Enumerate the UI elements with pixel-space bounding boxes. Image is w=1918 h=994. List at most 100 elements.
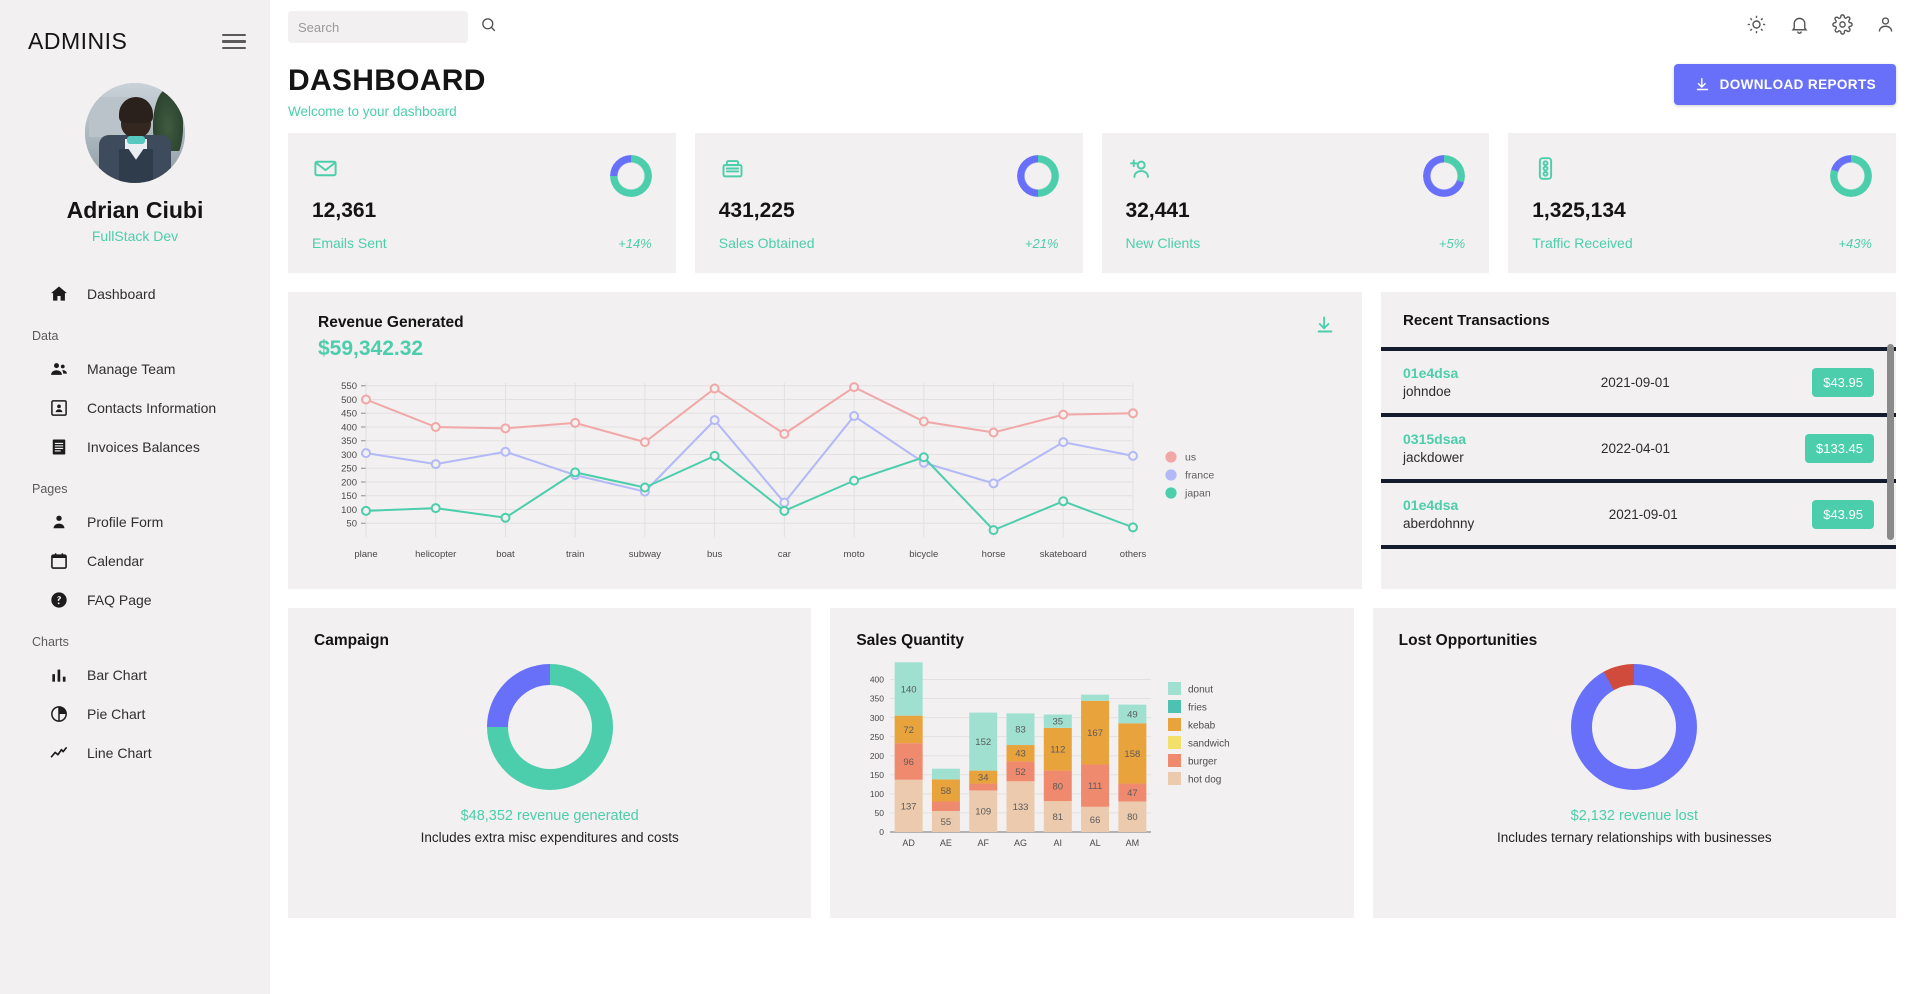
download-reports-button[interactable]: DOWNLOAD REPORTS bbox=[1673, 64, 1896, 105]
sidebar-item-label: Pie Chart bbox=[87, 705, 146, 722]
download-reports-label: DOWNLOAD REPORTS bbox=[1719, 77, 1876, 92]
menu-toggle-icon[interactable] bbox=[222, 30, 246, 53]
transaction-id: 0315dsaa bbox=[1403, 431, 1467, 447]
campaign-title: Campaign bbox=[314, 632, 389, 649]
svg-text:100: 100 bbox=[870, 789, 884, 799]
calendar-icon bbox=[48, 550, 69, 571]
svg-text:83: 83 bbox=[1016, 725, 1027, 736]
light-mode-icon[interactable] bbox=[1746, 14, 1767, 40]
sidebar-nav: Dashboard Data Manage Team Contacts Informa… bbox=[0, 274, 270, 772]
sidebar-item-label: FAQ Page bbox=[87, 591, 152, 608]
svg-text:50: 50 bbox=[875, 808, 885, 818]
people-icon bbox=[48, 358, 69, 379]
stat-card: 32,441 New Clients +5% bbox=[1101, 133, 1490, 273]
sidebar-item-bar-chart[interactable]: Bar Chart bbox=[0, 655, 270, 694]
profile-role: FullStack Dev bbox=[91, 228, 179, 244]
page-subtitle: Welcome to your dashboard bbox=[288, 104, 457, 119]
settings-icon[interactable] bbox=[1832, 14, 1853, 40]
lost-opportunities-panel: Lost Opportunities $2,132 revenue lost I… bbox=[1372, 608, 1896, 918]
transaction-amount: $43.95 bbox=[1812, 367, 1874, 397]
svg-text:hot dog: hot dog bbox=[1188, 775, 1221, 786]
svg-text:43: 43 bbox=[1016, 749, 1027, 760]
download-icon[interactable] bbox=[1314, 314, 1336, 341]
svg-text:kebab: kebab bbox=[1188, 721, 1216, 732]
svg-text:50: 50 bbox=[346, 519, 357, 530]
sidebar-item-pie-chart[interactable]: Pie Chart bbox=[0, 694, 270, 733]
transaction-id: 01e4dsa bbox=[1403, 365, 1459, 381]
svg-text:400: 400 bbox=[870, 675, 884, 685]
svg-text:sandwich: sandwich bbox=[1188, 739, 1230, 750]
lost-opportunities-title: Lost Opportunities bbox=[1398, 632, 1538, 649]
revenue-line-chart: 50 100 150 200 250 300 350 400 450 500 550 plane hel… bbox=[288, 369, 1362, 589]
transactions-scrollbar[interactable] bbox=[1887, 344, 1894, 540]
stat-label: Traffic Received bbox=[1532, 235, 1633, 251]
svg-text:133: 133 bbox=[1013, 802, 1029, 813]
search-input[interactable] bbox=[298, 19, 474, 35]
lost-opportunities-subcaption: Includes ternary relationships with busi… bbox=[1497, 830, 1772, 845]
sidebar-item-label: Manage Team bbox=[87, 360, 176, 377]
person-icon bbox=[48, 511, 69, 532]
transaction-row[interactable]: 01e4dsa aberdohnny 2021-09-01 $43.95 bbox=[1381, 479, 1896, 549]
svg-text:car: car bbox=[778, 549, 791, 560]
transaction-row[interactable]: 0315dsaa jackdower 2022-04-01 $133.45 bbox=[1381, 413, 1896, 479]
stat-label: Emails Sent bbox=[312, 235, 387, 251]
transaction-user: johndoe bbox=[1403, 384, 1452, 399]
page-title: DASHBOARD bbox=[288, 64, 486, 97]
stat-label: New Clients bbox=[1125, 235, 1201, 251]
page-header: DASHBOARD Welcome to your dashboard DOWN… bbox=[288, 54, 1896, 119]
sidebar-item-label: Calendar bbox=[87, 552, 144, 569]
sidebar-item-manage-team[interactable]: Manage Team bbox=[0, 349, 270, 388]
transaction-amount: $43.95 bbox=[1812, 499, 1874, 529]
svg-text:300: 300 bbox=[341, 450, 357, 461]
svg-text:AG: AG bbox=[1014, 838, 1027, 848]
sidebar-item-label: Bar Chart bbox=[87, 666, 147, 683]
svg-text:japan: japan bbox=[1184, 488, 1211, 500]
avatar bbox=[85, 83, 185, 183]
svg-text:fries: fries bbox=[1188, 703, 1207, 714]
stat-value: 32,441 bbox=[1125, 199, 1190, 222]
transaction-amount: $133.45 bbox=[1805, 433, 1874, 463]
stat-label: Sales Obtained bbox=[718, 235, 815, 251]
svg-text:47: 47 bbox=[1127, 788, 1138, 799]
svg-text:137: 137 bbox=[901, 801, 917, 812]
svg-text:AD: AD bbox=[903, 838, 916, 848]
sidebar-item-faq-page[interactable]: FAQ Page bbox=[0, 580, 270, 619]
search-box[interactable] bbox=[288, 11, 496, 43]
svg-text:AE: AE bbox=[940, 838, 952, 848]
svg-text:350: 350 bbox=[870, 694, 884, 704]
sidebar-item-line-chart[interactable]: Line Chart bbox=[0, 733, 270, 772]
sidebar-item-dashboard[interactable]: Dashboard bbox=[0, 274, 270, 313]
search-icon[interactable] bbox=[480, 16, 497, 38]
avatar-container bbox=[0, 83, 270, 183]
svg-text:france: france bbox=[1185, 470, 1214, 482]
svg-text:111: 111 bbox=[1088, 781, 1102, 792]
svg-text:train: train bbox=[566, 549, 584, 560]
stat-value: 12,361 bbox=[312, 199, 377, 222]
sidebar-section-data: Data bbox=[32, 329, 59, 343]
notifications-icon[interactable] bbox=[1789, 14, 1810, 40]
sidebar-item-label: Invoices Balances bbox=[87, 438, 200, 455]
svg-text:96: 96 bbox=[904, 757, 915, 768]
main-content: DASHBOARD Welcome to your dashboard DOWN… bbox=[270, 54, 1918, 918]
svg-text:250: 250 bbox=[341, 464, 357, 475]
sidebar-item-invoices-balances[interactable]: Invoices Balances bbox=[0, 427, 270, 466]
sidebar-item-label: Dashboard bbox=[87, 285, 156, 302]
transaction-row[interactable]: 01e4dsa johndoe 2021-09-01 $43.95 bbox=[1381, 347, 1896, 413]
svg-text:550: 550 bbox=[341, 381, 357, 392]
profile-name: Adrian Ciubi bbox=[66, 197, 204, 223]
sidebar-item-profile-form[interactable]: Profile Form bbox=[0, 502, 270, 541]
bar-chart-icon bbox=[48, 664, 69, 685]
person-icon[interactable] bbox=[1875, 14, 1896, 40]
register-icon bbox=[719, 160, 746, 186]
stat-progress-ring bbox=[1830, 155, 1872, 197]
sidebar-item-label: Profile Form bbox=[87, 513, 164, 530]
sidebar-header: ADMINIS bbox=[0, 0, 270, 55]
svg-text:AM: AM bbox=[1126, 838, 1140, 848]
stat-value: 431,225 bbox=[718, 199, 795, 222]
sidebar-item-calendar[interactable]: Calendar bbox=[0, 541, 270, 580]
revenue-amount: $59,342.32 bbox=[318, 337, 424, 360]
stat-cards: 12,361 Emails Sent +14% 431,225 Sales Obtain… bbox=[288, 133, 1896, 273]
svg-text:0: 0 bbox=[880, 827, 885, 837]
svg-text:AI: AI bbox=[1054, 838, 1063, 848]
sidebar-item-contacts-information[interactable]: Contacts Information bbox=[0, 388, 270, 427]
